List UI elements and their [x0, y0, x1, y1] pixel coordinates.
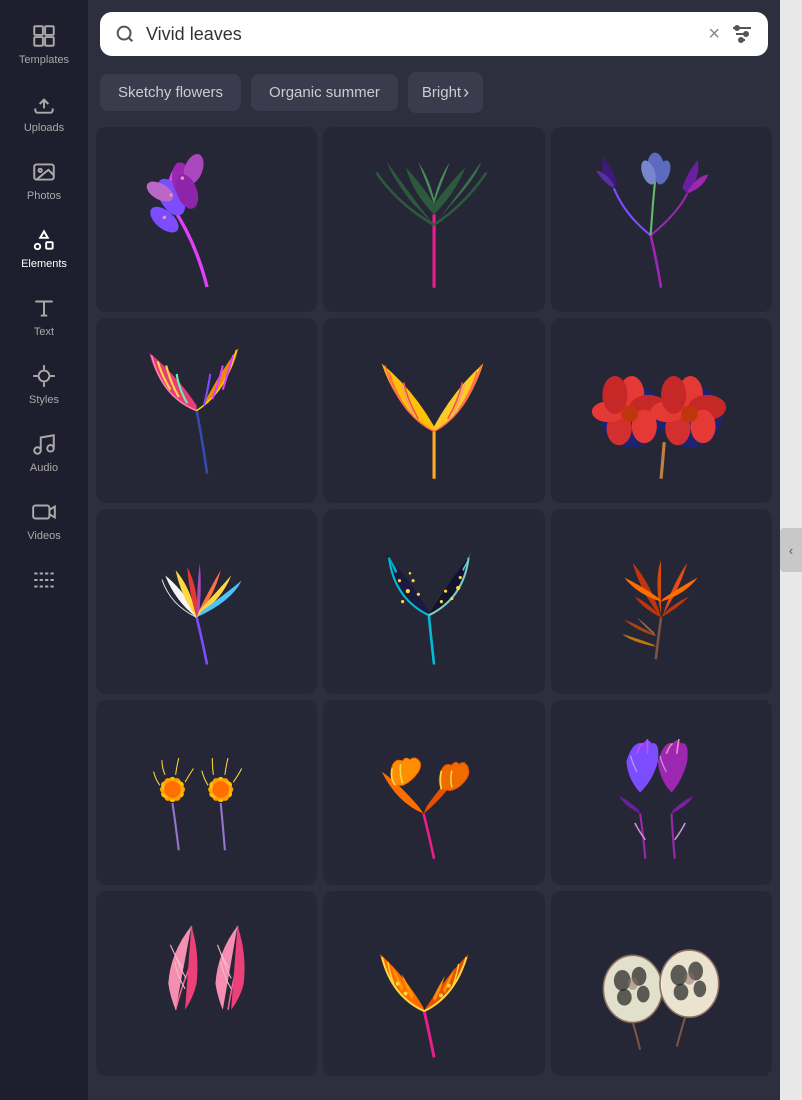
element-leaf-pink-feather[interactable] — [96, 891, 317, 1076]
photo-icon — [30, 158, 58, 186]
sidebar-label-audio: Audio — [30, 462, 58, 474]
sidebar-item-uploads[interactable]: Uploads — [0, 78, 88, 146]
sidebar-item-audio[interactable]: Audio — [0, 418, 88, 486]
grid-icon — [30, 22, 58, 50]
element-leaf-yellow-flower[interactable] — [96, 700, 317, 885]
tag-organic-summer[interactable]: Organic summer — [251, 74, 398, 111]
grid-row-3 — [96, 509, 772, 694]
video-icon — [30, 498, 58, 526]
element-leaf-red-flower[interactable] — [551, 318, 772, 503]
background-icon — [30, 566, 58, 594]
tag-bright[interactable]: Bright› — [408, 72, 483, 113]
sidebar-label-videos: Videos — [27, 530, 60, 542]
sidebar: Templates Uploads Photos — [0, 0, 88, 1100]
element-leaf-spotted-round[interactable] — [551, 891, 772, 1076]
main-panel: × Sketchy flowers Organic summer Bright› — [88, 0, 780, 1100]
text-icon — [30, 294, 58, 322]
collapse-button[interactable]: ‹ — [780, 528, 802, 572]
element-leaf-orange-heart[interactable] — [323, 700, 544, 885]
element-leaf-amber-cluster[interactable] — [551, 509, 772, 694]
element-leaf-purple-blue[interactable] — [551, 127, 772, 312]
element-leaf-yellow-big[interactable] — [323, 318, 544, 503]
chevron-right-icon: › — [463, 82, 469, 103]
element-leaf-purple-heart[interactable] — [551, 700, 772, 885]
sidebar-label-uploads: Uploads — [24, 122, 64, 134]
filter-button[interactable] — [730, 22, 754, 46]
styles-icon — [30, 362, 58, 390]
sidebar-item-elements[interactable]: Elements — [0, 214, 88, 282]
elements-icon — [30, 226, 58, 254]
audio-icon — [30, 430, 58, 458]
search-bar: × — [100, 12, 768, 56]
tags-row: Sketchy flowers Organic summer Bright› — [88, 64, 780, 123]
grid-row-1 — [96, 127, 772, 312]
sidebar-item-videos[interactable]: Videos — [0, 486, 88, 554]
element-leaf-colorful-tropical[interactable] — [96, 318, 317, 503]
sidebar-item-templates[interactable]: Templates — [0, 10, 88, 78]
upload-icon — [30, 90, 58, 118]
sidebar-label-text: Text — [34, 326, 54, 338]
element-leaf-dark-pointed[interactable] — [323, 509, 544, 694]
grid-row-2 — [96, 318, 772, 503]
search-actions: × — [708, 22, 754, 46]
right-panel: ‹ — [780, 0, 802, 1100]
element-leaf-purple-branch[interactable] — [96, 127, 317, 312]
sidebar-label-elements: Elements — [21, 258, 67, 270]
sidebar-label-photos: Photos — [27, 190, 61, 202]
sidebar-item-text[interactable]: Text — [0, 282, 88, 350]
sidebar-item-background[interactable] — [0, 554, 88, 610]
element-leaf-dark-tropical[interactable] — [323, 127, 544, 312]
element-leaf-orange-tribal[interactable] — [323, 891, 544, 1076]
sidebar-label-styles: Styles — [29, 394, 59, 406]
tag-sketchy-flowers[interactable]: Sketchy flowers — [100, 74, 241, 111]
grid-row-4 — [96, 700, 772, 885]
clear-button[interactable]: × — [708, 23, 720, 46]
tag-bright-label: Bright — [422, 84, 461, 101]
content-grid — [88, 123, 780, 1100]
sidebar-item-styles[interactable]: Styles — [0, 350, 88, 418]
grid-row-5 — [96, 891, 772, 1076]
element-leaf-feather-multi[interactable] — [96, 509, 317, 694]
search-area: × — [88, 0, 780, 64]
sidebar-item-photos[interactable]: Photos — [0, 146, 88, 214]
sidebar-label-templates: Templates — [19, 54, 69, 66]
search-icon — [114, 23, 136, 45]
search-input[interactable] — [146, 24, 698, 45]
